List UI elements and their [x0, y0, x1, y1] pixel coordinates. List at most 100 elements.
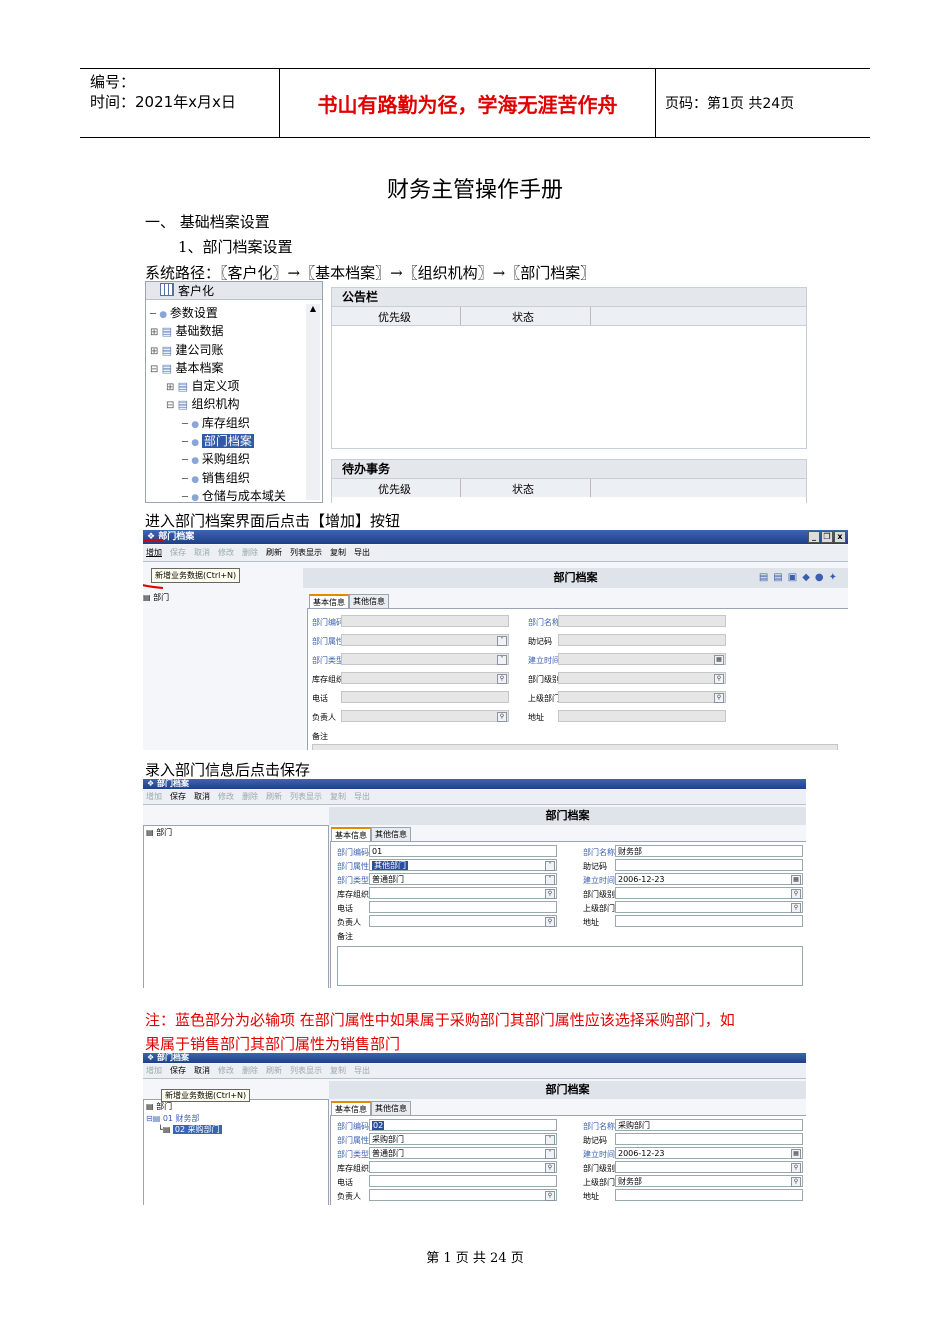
tree-root[interactable]: ▤ 部门 [144, 826, 328, 839]
search-icon[interactable]: ⚲ [497, 674, 507, 684]
name-field[interactable]: 财务部 [615, 845, 803, 857]
created-field[interactable]: 2006-12-23 ▦ [615, 1147, 803, 1159]
type-select[interactable]: 普通部门 ˅ [369, 873, 557, 885]
created-field[interactable]: ▦ [558, 653, 726, 665]
type-select[interactable]: 普通部门 ˅ [369, 1147, 557, 1159]
export-button[interactable]: 导出 [354, 790, 370, 804]
tree-line-icon[interactable]: ─ [182, 419, 191, 430]
tree-line-icon[interactable]: ─ [182, 455, 191, 466]
search-icon[interactable]: ⚲ [714, 674, 724, 684]
phone-field[interactable] [369, 901, 557, 913]
inv-org-field[interactable]: ⚲ [369, 887, 557, 899]
remark-field[interactable] [312, 744, 838, 750]
chevron-down-icon[interactable]: ˅ [545, 1149, 555, 1159]
name-field[interactable]: 采购部门 [615, 1119, 803, 1131]
restore-icon[interactable]: ❐ [821, 531, 833, 543]
calendar-icon[interactable]: ▦ [714, 655, 724, 665]
search-icon[interactable]: ⚲ [545, 917, 555, 927]
tree-line-icon[interactable]: ─ [150, 309, 159, 320]
add-button[interactable]: 增加 [146, 1064, 162, 1078]
tree-item-inventory-org[interactable]: ─ ● 库存组织 [150, 414, 304, 432]
phone-field[interactable] [341, 691, 509, 703]
manager-field[interactable]: ⚲ [369, 1189, 557, 1201]
add-button[interactable]: 增加 [146, 790, 162, 804]
tree-item-warehouse-cost[interactable]: ─ ● 仓储与成本域关 [150, 487, 304, 503]
tab-basic-info[interactable]: 基本信息 [331, 1101, 371, 1116]
mnemonic-field[interactable] [558, 634, 726, 646]
copy-button[interactable]: 复制 [330, 790, 346, 804]
refresh-button[interactable]: 刷新 [266, 1064, 282, 1078]
tab-basic-info[interactable]: 基本信息 [309, 594, 349, 609]
address-field[interactable] [558, 710, 726, 722]
inv-org-field[interactable]: ⚲ [341, 672, 509, 684]
tree-item-basic-archive[interactable]: ⊟ ▤ 基本档案 [150, 359, 304, 377]
mnemonic-field[interactable] [615, 1133, 803, 1145]
code-field[interactable]: 02 [369, 1119, 557, 1131]
notice-col-status[interactable]: 状态 [512, 309, 534, 325]
delete-button[interactable]: 删除 [242, 1064, 258, 1078]
chevron-down-icon[interactable]: ˅ [545, 875, 555, 885]
scroll-up-icon[interactable]: ▲ [306, 304, 320, 316]
export-button[interactable]: 导出 [354, 1064, 370, 1078]
refresh-button[interactable]: 刷新 [266, 545, 282, 561]
todo-col-status[interactable]: 状态 [512, 481, 534, 497]
close-icon[interactable]: x [834, 531, 846, 543]
tree-item-organization[interactable]: ⊟ ▤ 组织机构 [150, 395, 304, 413]
chevron-down-icon[interactable]: ˅ [497, 636, 507, 646]
list-view-button[interactable]: 列表显示 [290, 790, 322, 804]
mnemonic-field[interactable] [615, 859, 803, 871]
chevron-down-icon[interactable]: ˅ [545, 861, 555, 871]
edit-button[interactable]: 修改 [218, 790, 234, 804]
refresh-button[interactable]: 刷新 [266, 790, 282, 804]
minimize-icon[interactable]: _ [808, 531, 820, 543]
save-button[interactable]: 保存 [170, 790, 186, 804]
tab-other-info[interactable]: 其他信息 [349, 594, 389, 609]
tree-item-dept-archive[interactable]: ─ ● 部门档案 [150, 432, 304, 450]
search-icon[interactable]: ⚲ [791, 903, 801, 913]
tree-item-sales-org[interactable]: ─ ● 销售组织 [150, 469, 304, 487]
tree-line-icon[interactable]: ─ [182, 492, 191, 503]
chevron-down-icon[interactable]: ˅ [497, 655, 507, 665]
export-button[interactable]: 导出 [354, 545, 370, 561]
chevron-down-icon[interactable]: ˅ [545, 1135, 555, 1145]
tree-line-icon[interactable]: ─ [182, 437, 191, 448]
type-select[interactable]: ˅ [341, 653, 509, 665]
header-tool-icons[interactable]: ▤▤▣◆●✦ [759, 568, 842, 588]
search-icon[interactable]: ⚲ [545, 1163, 555, 1173]
calendar-icon[interactable]: ▦ [791, 875, 801, 885]
level-field[interactable]: ⚲ [615, 887, 803, 899]
tree-node-purchase[interactable]: └▤ 02 采购部门 [144, 1124, 328, 1135]
tree-node-finance[interactable]: ⊟▤ 01 财务部 [144, 1113, 328, 1124]
collapse-icon[interactable]: ⊟ [166, 400, 178, 411]
tree-item-param[interactable]: ─ ● 参数设置 [150, 304, 304, 322]
search-icon[interactable]: ⚲ [545, 1191, 555, 1201]
manager-field[interactable]: ⚲ [341, 710, 509, 722]
expand-icon[interactable]: ⊞ [166, 382, 178, 393]
phone-field[interactable] [369, 1175, 557, 1187]
calendar-icon[interactable]: ▦ [791, 1149, 801, 1159]
cancel-button[interactable]: 取消 [194, 1064, 210, 1078]
cancel-button[interactable]: 取消 [194, 790, 210, 804]
copy-button[interactable]: 复制 [330, 545, 346, 561]
address-field[interactable] [615, 1189, 803, 1201]
expand-icon[interactable]: ⊞ [150, 327, 162, 338]
delete-button[interactable]: 删除 [242, 545, 258, 561]
edit-button[interactable]: 修改 [218, 1064, 234, 1078]
copy-button[interactable]: 复制 [330, 1064, 346, 1078]
tree-item-purchase-org[interactable]: ─ ● 采购组织 [150, 450, 304, 468]
notice-col-priority[interactable]: 优先级 [378, 309, 411, 325]
todo-col-priority[interactable]: 优先级 [378, 481, 411, 497]
search-icon[interactable]: ⚲ [791, 889, 801, 899]
tree-item-custom-items[interactable]: ⊞ ▤ 自定义项 [150, 377, 304, 395]
code-field[interactable] [341, 615, 509, 627]
tree-item-create-account[interactable]: ⊞ ▤ 建公司账 [150, 341, 304, 359]
expand-icon[interactable]: ⊞ [150, 346, 162, 357]
search-icon[interactable]: ⚲ [791, 1177, 801, 1187]
list-view-button[interactable]: 列表显示 [290, 545, 322, 561]
remark-field[interactable] [337, 946, 803, 986]
search-icon[interactable]: ⚲ [497, 712, 507, 722]
save-button[interactable]: 保存 [170, 1064, 186, 1078]
delete-button[interactable]: 删除 [242, 790, 258, 804]
level-field[interactable]: ⚲ [558, 672, 726, 684]
tree-item-basic-data[interactable]: ⊞ ▤ 基础数据 [150, 322, 304, 340]
